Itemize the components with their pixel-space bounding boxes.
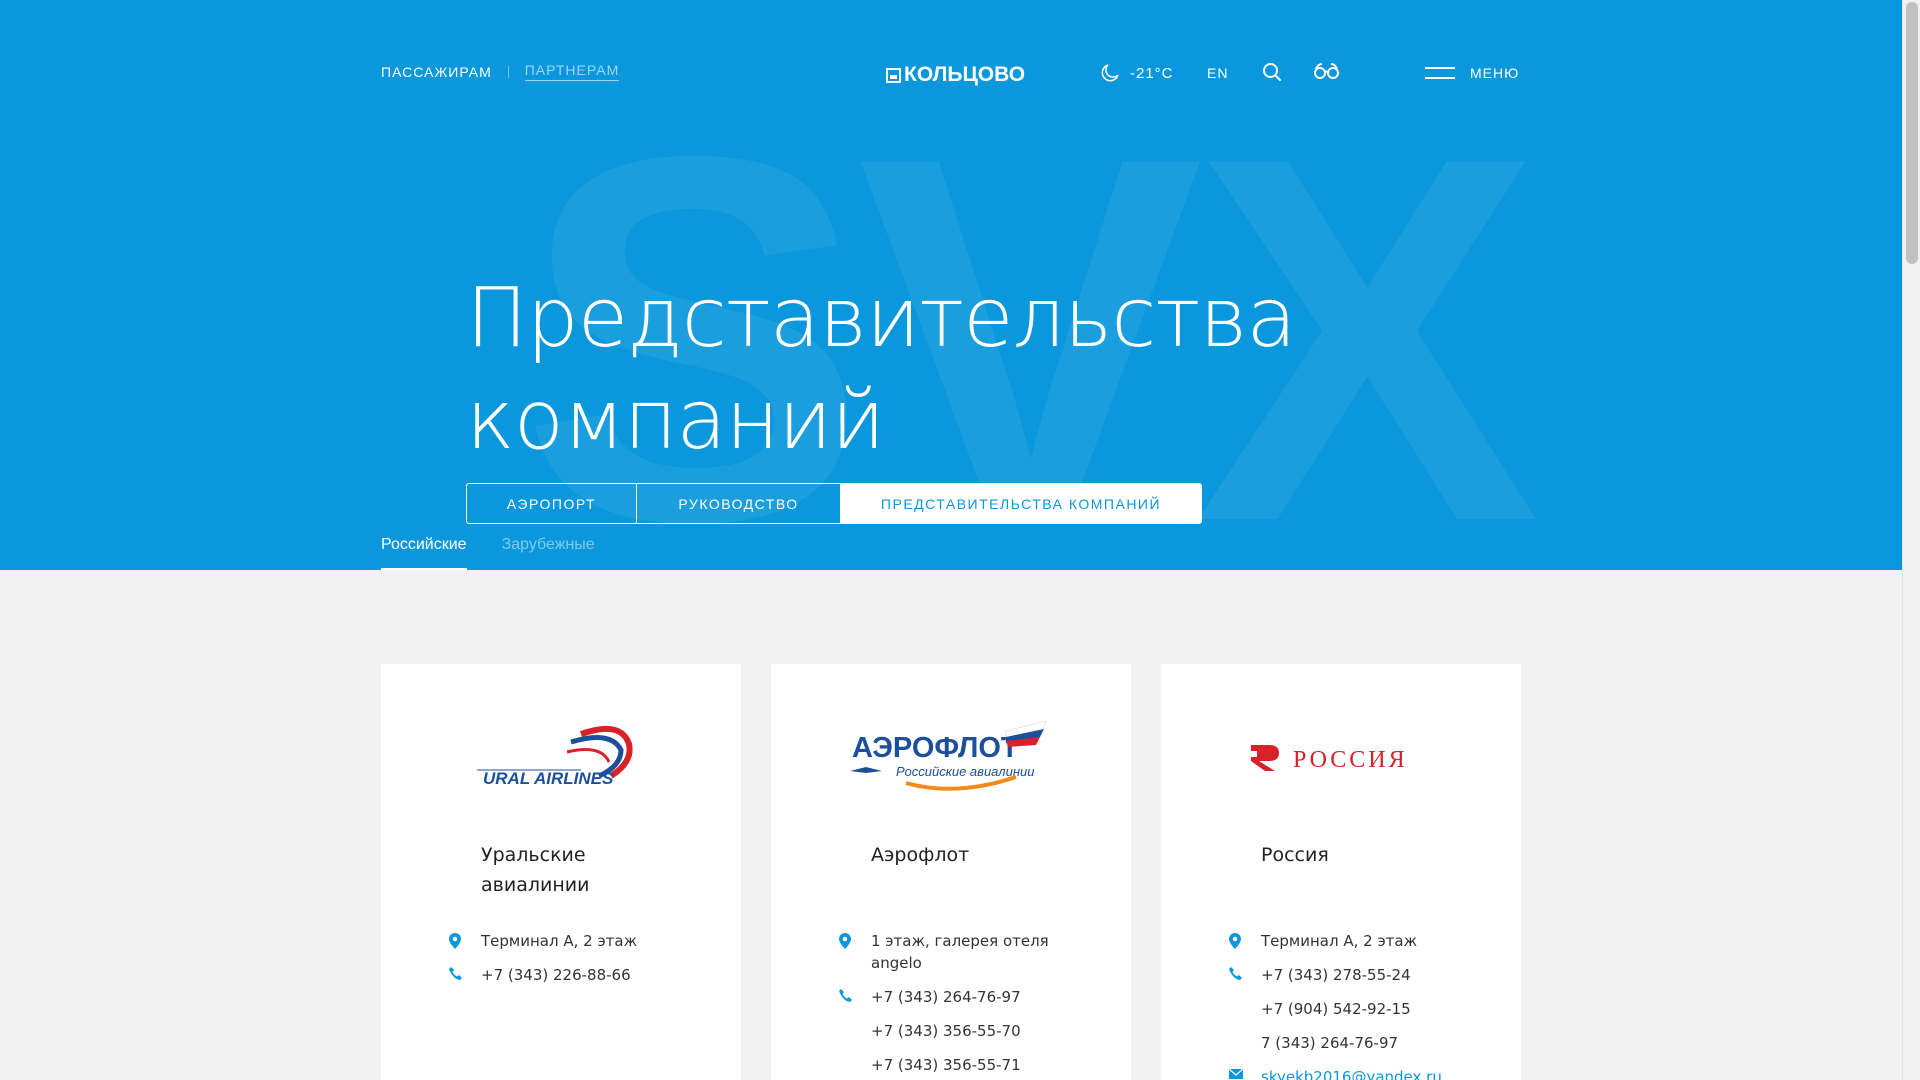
map-pin-icon	[449, 933, 461, 949]
phone[interactable]: +7 (343) 356-55-70	[871, 1020, 1081, 1042]
phone[interactable]: +7 (343) 278-55-24	[1261, 964, 1471, 986]
airline-name: Уральские авиалинии	[481, 844, 590, 896]
aeroflot-logo: АЭРОФЛОТ Российские авиалинии	[771, 712, 1131, 802]
rossiya-logo-text: РОССИЯ	[1293, 747, 1408, 773]
hamburger-icon	[1425, 67, 1455, 79]
tab-management[interactable]: РУКОВОДСТВО	[636, 484, 840, 523]
glasses-icon	[1314, 63, 1339, 79]
address: Терминал А, 2 этаж	[1261, 932, 1418, 950]
airline-card[interactable]: РОССИЯ Россия Терминал А, 2 этаж +7 (343…	[1161, 664, 1521, 1080]
search-button[interactable]	[1262, 62, 1282, 86]
scrollbar-thumb[interactable]	[1906, 2, 1918, 264]
ural-airlines-logo: URAL AIRLINES	[381, 712, 741, 802]
phone-row: +7 (343) 356-55-70	[839, 1020, 1081, 1042]
page-title: Представительства компаний	[466, 268, 1297, 472]
subtab-russian[interactable]: Российские	[381, 536, 467, 570]
nav-divider	[507, 65, 509, 78]
page-title-line2: компаний	[466, 373, 885, 468]
phone-icon	[1229, 967, 1242, 980]
map-pin-icon	[1229, 933, 1241, 949]
phone[interactable]: 7 (343) 264-76-97	[1261, 1032, 1471, 1054]
airline-card[interactable]: URAL AIRLINES Уральские авиалинии Термин…	[381, 664, 741, 1080]
address: 1 этаж, галерея отеля angelo	[871, 932, 1049, 972]
address-row: 1 этаж, галерея отеля angelo	[839, 930, 1081, 974]
logo-text: КОЛЬЦОВО	[904, 63, 1026, 86]
accessibility-button[interactable]	[1313, 62, 1340, 84]
logo-mark-icon	[886, 67, 901, 83]
menu-label: МЕНЮ	[1470, 65, 1520, 81]
phone-row: +7 (343) 278-55-24	[1229, 964, 1471, 986]
weather-widget[interactable]: -21°C	[1100, 63, 1174, 83]
tab-airport[interactable]: АЭРОПОРТ	[467, 484, 636, 523]
top-nav: ПАССАЖИРАМ ПАРТНЕРАМ	[381, 62, 620, 81]
subtab-foreign[interactable]: Зарубежные	[502, 536, 595, 570]
address: Терминал А, 2 этаж	[481, 932, 638, 950]
phone-row: +7 (343) 264-76-97	[839, 986, 1081, 1008]
address-row: Терминал А, 2 этаж	[1229, 930, 1471, 952]
subtabs: Российские Зарубежные	[381, 536, 630, 570]
section-tabs: АЭРОПОРТ РУКОВОДСТВО ПРЕДСТАВИТЕЛЬСТВА К…	[466, 483, 1202, 524]
language-switch[interactable]: EN	[1207, 65, 1228, 81]
hero-banner: SVX ПАССАЖИРАМ ПАРТНЕРАМ КОЛЬЦОВО -21°C …	[0, 0, 1902, 570]
airline-name: Аэрофлот	[871, 844, 970, 866]
temperature: -21°C	[1130, 64, 1174, 82]
nav-partners[interactable]: ПАРТНЕРАМ	[524, 62, 620, 81]
phone-row: 7 (343) 264-76-97	[1229, 1032, 1471, 1054]
page-title-line1: Представительства	[466, 271, 1297, 366]
aeroflot-logo-text: АЭРОФЛОТ	[852, 732, 1019, 764]
mail-icon	[1229, 1069, 1243, 1079]
phone-row: +7 (343) 226-88-66	[449, 964, 691, 986]
phone-icon	[449, 967, 462, 980]
map-pin-icon	[839, 933, 851, 949]
email-row: skyekb2016@yandex.ru	[1229, 1066, 1471, 1080]
email-link[interactable]: skyekb2016@yandex.ru	[1261, 1066, 1471, 1080]
phone[interactable]: +7 (343) 356-55-71	[871, 1054, 1081, 1076]
rossiya-logo: РОССИЯ	[1161, 712, 1521, 802]
airline-name: Россия	[1261, 844, 1329, 866]
koltsovo-logo[interactable]: КОЛЬЦОВО	[886, 63, 1025, 87]
tab-company-offices[interactable]: ПРЕДСТАВИТЕЛЬСТВА КОМПАНИЙ	[840, 484, 1201, 523]
moon-icon	[1101, 64, 1119, 82]
scrollbar[interactable]	[1902, 0, 1920, 1080]
nav-passengers[interactable]: ПАССАЖИРАМ	[381, 64, 492, 80]
airline-card[interactable]: АЭРОФЛОТ Российские авиалинии Аэрофлот 1…	[771, 664, 1131, 1080]
phone[interactable]: +7 (343) 226-88-66	[481, 964, 691, 986]
phone-row: +7 (904) 542-92-15	[1229, 998, 1471, 1020]
phone-row: +7 (343) 356-55-71	[839, 1054, 1081, 1076]
menu-button[interactable]: МЕНЮ	[1425, 65, 1519, 81]
phone[interactable]: +7 (904) 542-92-15	[1261, 998, 1471, 1020]
address-row: Терминал А, 2 этаж	[449, 930, 691, 952]
search-icon	[1263, 63, 1281, 81]
phone[interactable]: +7 (343) 264-76-97	[871, 986, 1081, 1008]
phone-icon	[839, 989, 852, 1002]
ural-logo-text: URAL AIRLINES	[483, 769, 614, 788]
